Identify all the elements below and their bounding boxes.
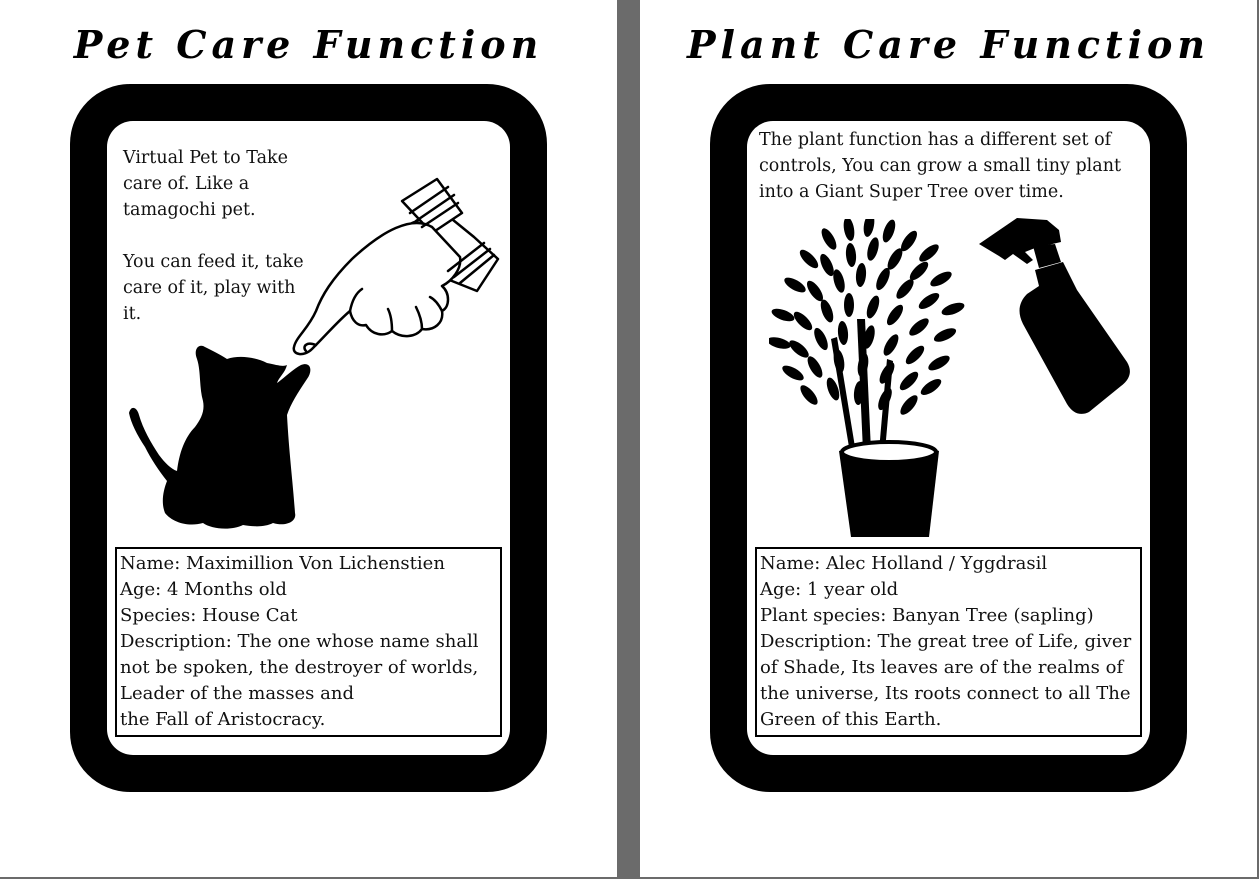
plant-leaf — [876, 267, 890, 291]
pet-page-title: Pet Care Function — [73, 22, 544, 67]
plant-leaf — [807, 356, 823, 378]
plant-leaf — [800, 385, 818, 405]
pet-info-box: Name: Maximillion Von Lichenstien Age: 4… — [115, 547, 502, 737]
plant-leaf — [793, 311, 813, 331]
plant-leaf — [789, 340, 809, 358]
plant-name: Name: Alec Holland / Yggdrasil — [760, 553, 1048, 574]
plant-leaf — [843, 219, 855, 241]
plant-leaf — [920, 378, 942, 396]
plant-leaf — [866, 295, 880, 319]
plant-leaf — [844, 293, 854, 317]
plant-description: Description: The great tree of Life, giv… — [760, 631, 1132, 730]
plant-leaf — [933, 328, 957, 342]
plant-leaf — [857, 353, 869, 377]
pet-intro-text-2: You can feed it, take care of it, play w… — [123, 252, 304, 324]
plant-leaf — [899, 371, 919, 391]
plant-leaf — [784, 277, 806, 293]
pet-description-end: the Fall of Aristocracy. — [120, 709, 326, 730]
plant-page-title: Plant Care Function — [686, 22, 1210, 67]
plant-leaf — [782, 365, 804, 381]
plant-leaf — [882, 219, 896, 243]
plant-leaf — [799, 249, 819, 269]
plant-leaf — [900, 395, 918, 415]
plant-leaf — [930, 271, 952, 287]
pointing-hand-icon — [292, 177, 500, 356]
plant-leaf — [821, 228, 837, 250]
plant-leaf — [855, 263, 867, 287]
pet-description: Description: The one whose name shall no… — [120, 631, 479, 704]
cat-silhouette-icon — [129, 345, 311, 529]
plant-leaf — [919, 244, 939, 262]
plant-leaf — [769, 337, 791, 349]
plant-leaf — [820, 299, 834, 323]
plant-leaf — [837, 321, 849, 345]
plant-leaf — [896, 279, 914, 299]
pet-intro-text-1: Virtual Pet to Take care of. Like a tama… — [123, 148, 288, 220]
plant-info-box: Name: Alec Holland / Yggdrasil Age: 1 ye… — [755, 547, 1142, 737]
plant-leaf — [863, 219, 875, 237]
plant-intro: The plant function has a different set o… — [759, 130, 1122, 202]
spray-bottle-icon — [979, 218, 1130, 414]
plant-species: Plant species: Banyan Tree (sapling) — [760, 605, 1094, 626]
plant-leaf — [867, 237, 879, 261]
pet-card-inner: Virtual Pet to Take care of. Like a tama… — [107, 121, 510, 755]
potted-plant-icon — [769, 219, 965, 537]
pet-page: Pet Care Function Virtual Pet to Take ca… — [0, 0, 617, 877]
plant-leaf — [909, 318, 929, 336]
pet-species: Species: House Cat — [120, 605, 298, 626]
plant-card: The plant function has a different set o… — [710, 84, 1187, 792]
pet-intro: Virtual Pet to Take care of. Like a tama… — [123, 145, 313, 327]
plant-leaf — [814, 327, 828, 351]
plant-age: Age: 1 year old — [760, 579, 899, 600]
pet-name: Name: Maximillion Von Lichenstien — [120, 553, 445, 574]
plant-card-inner: The plant function has a different set o… — [747, 121, 1150, 755]
plant-leaf — [845, 243, 857, 267]
pet-age: Age: 4 Months old — [120, 579, 287, 600]
plant-leaf — [883, 334, 899, 356]
plant-leaf — [905, 345, 925, 365]
plant-leaf — [771, 308, 795, 322]
plant-leaf — [928, 355, 950, 371]
plant-leaf — [918, 292, 940, 310]
plant-leaf — [886, 304, 904, 326]
plant-page: Plant Care Function The plant function h… — [640, 0, 1257, 877]
pet-card: Virtual Pet to Take care of. Like a tama… — [70, 84, 547, 792]
plant-leaf — [941, 302, 965, 316]
